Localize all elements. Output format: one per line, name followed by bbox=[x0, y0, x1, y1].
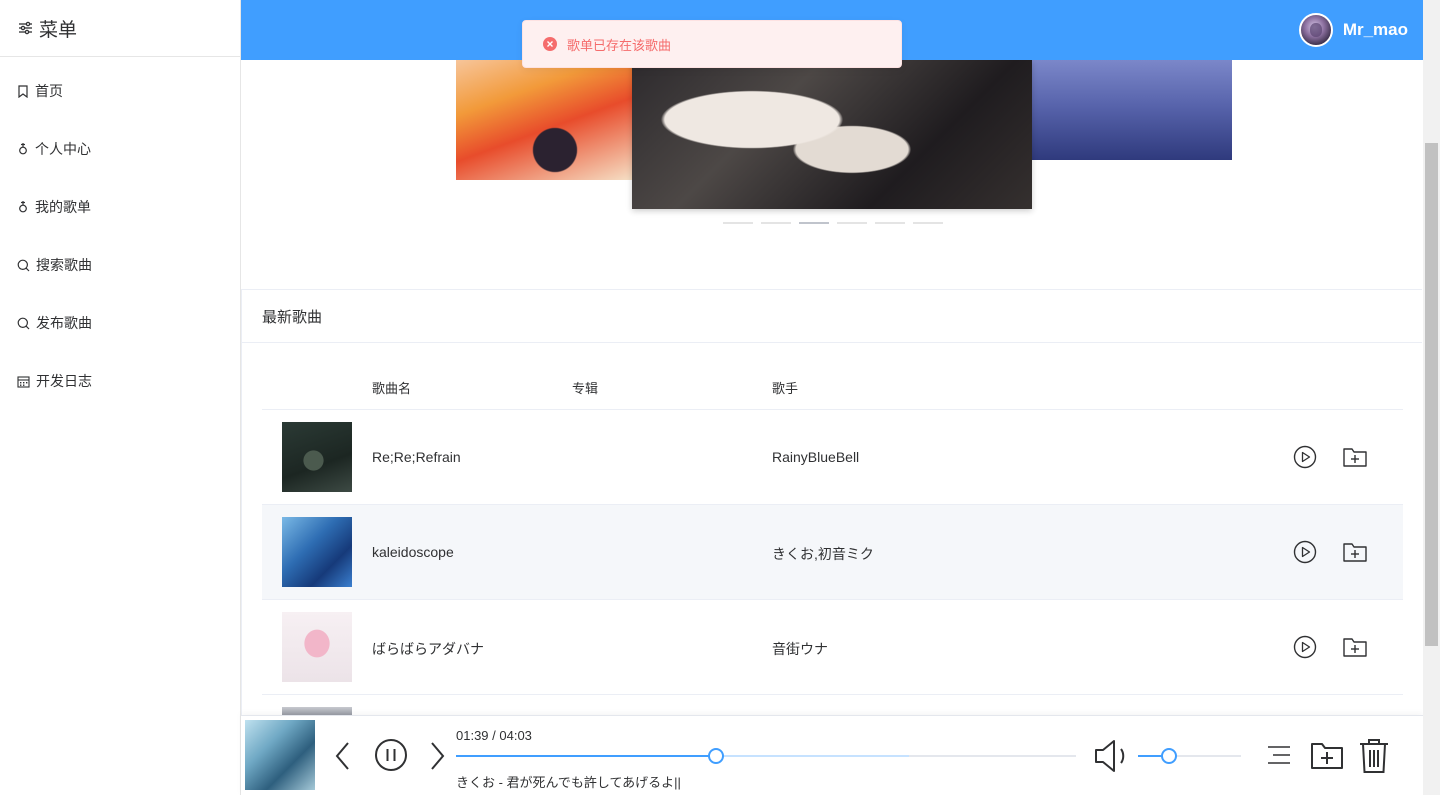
progress-fill bbox=[456, 755, 717, 757]
table-row[interactable]: ばらばらアダバナ 音街ウナ bbox=[262, 600, 1403, 695]
column-header-artist: 歌手 bbox=[772, 381, 799, 396]
female-icon bbox=[19, 201, 27, 213]
sidebar-header: 菜单 bbox=[0, 0, 240, 57]
banner-carousel[interactable] bbox=[241, 60, 1423, 235]
trash-icon[interactable] bbox=[1358, 738, 1390, 774]
search-icon bbox=[17, 259, 30, 271]
sidebar-item-profile[interactable]: 个人中心 bbox=[0, 120, 240, 178]
song-artist: RainyBlueBell bbox=[772, 449, 860, 465]
carousel-indicator[interactable] bbox=[875, 222, 905, 224]
card-title: 最新歌曲 bbox=[242, 290, 1422, 343]
page-scrollbar[interactable] bbox=[1423, 0, 1440, 795]
add-to-playlist-icon[interactable] bbox=[1342, 634, 1368, 660]
sidebar-item-label: 开发日志 bbox=[36, 373, 92, 389]
play-circle-icon[interactable] bbox=[1292, 539, 1318, 565]
song-cover bbox=[282, 422, 352, 492]
user-menu[interactable]: Mr_mao bbox=[1298, 13, 1408, 47]
sidebar-item-home[interactable]: 首页 bbox=[0, 62, 240, 120]
sidebar-item-devlog[interactable]: 开发日志 bbox=[0, 352, 240, 410]
add-to-playlist-icon[interactable] bbox=[1342, 444, 1368, 470]
table-row[interactable]: Re;Re;Refrain RainyBlueBell bbox=[262, 410, 1403, 505]
column-header-name: 歌曲名 bbox=[372, 381, 412, 396]
table-header: 歌曲名 专辑 歌手 bbox=[262, 356, 1403, 410]
sidebar-item-publish[interactable]: 发布歌曲 bbox=[0, 294, 240, 352]
song-artist: 音街ウナ bbox=[772, 641, 828, 657]
song-cover bbox=[282, 517, 352, 587]
sidebar-item-label: 我的歌单 bbox=[35, 199, 91, 215]
error-toast: 歌单已存在该歌曲 bbox=[522, 20, 902, 68]
song-name: Re;Re;Refrain bbox=[372, 449, 461, 465]
next-button[interactable] bbox=[425, 740, 449, 772]
carousel-indicator[interactable] bbox=[723, 222, 753, 224]
song-cover bbox=[282, 612, 352, 682]
table-row[interactable]: kaleidoscope きくお,初音ミク bbox=[262, 505, 1403, 600]
play-circle-icon[interactable] bbox=[1292, 444, 1318, 470]
previous-button[interactable] bbox=[331, 740, 355, 772]
sidebar-item-label: 个人中心 bbox=[35, 141, 91, 157]
play-circle-icon[interactable] bbox=[1292, 634, 1318, 660]
bookmark-icon bbox=[18, 84, 28, 98]
carousel-indicator[interactable] bbox=[837, 222, 867, 224]
volume-icon[interactable] bbox=[1093, 738, 1131, 774]
sidebar: 菜单 首页 个人中心 我的歌单 搜索歌曲 发布歌曲 开发日志 bbox=[0, 0, 241, 795]
sliders-icon bbox=[19, 21, 32, 35]
carousel-slide-active[interactable] bbox=[632, 60, 1032, 209]
music-player: 01:39 / 04:03 きくお - 君が死んでも許してあげるよ|| bbox=[241, 715, 1423, 795]
add-to-playlist-icon[interactable] bbox=[1342, 539, 1368, 565]
error-circle-icon bbox=[543, 37, 557, 51]
volume-handle[interactable] bbox=[1160, 748, 1177, 764]
add-to-playlist-icon[interactable] bbox=[1310, 739, 1344, 771]
avatar[interactable] bbox=[1298, 13, 1333, 47]
search-icon bbox=[17, 317, 30, 329]
sidebar-item-label: 搜索歌曲 bbox=[36, 257, 92, 273]
carousel-indicator[interactable] bbox=[761, 222, 791, 224]
username[interactable]: Mr_mao bbox=[1343, 20, 1408, 40]
sidebar-item-label: 首页 bbox=[35, 83, 63, 99]
sidebar-item-search[interactable]: 搜索歌曲 bbox=[0, 236, 240, 294]
scrollbar-thumb[interactable] bbox=[1425, 143, 1438, 646]
pause-button[interactable] bbox=[374, 738, 408, 772]
toast-message: 歌单已存在该歌曲 bbox=[567, 37, 672, 53]
carousel-indicators bbox=[723, 222, 943, 224]
sidebar-item-my-playlist[interactable]: 我的歌单 bbox=[0, 178, 240, 236]
sidebar-title: 菜单 bbox=[39, 19, 78, 41]
song-name: ばらばらアダバナ bbox=[372, 641, 484, 657]
playback-time: 01:39 / 04:03 bbox=[456, 728, 532, 743]
female-icon bbox=[19, 143, 27, 155]
calendar-icon bbox=[17, 375, 30, 388]
progress-handle[interactable] bbox=[708, 748, 725, 764]
carousel-indicator[interactable] bbox=[913, 222, 943, 224]
latest-songs-card: 最新歌曲 歌曲名 专辑 歌手 Re;Re;Refrain RainyBlueBe… bbox=[241, 289, 1422, 719]
carousel-slide-prev[interactable] bbox=[456, 60, 636, 180]
progress-slider[interactable] bbox=[456, 748, 1076, 764]
sidebar-item-label: 发布歌曲 bbox=[36, 315, 92, 331]
carousel-indicator-active[interactable] bbox=[799, 222, 829, 224]
playlist-icon[interactable] bbox=[1266, 744, 1292, 766]
song-artist: きくお,初音ミク bbox=[772, 546, 874, 562]
column-header-album: 专辑 bbox=[572, 381, 599, 396]
now-playing-title: きくお - 君が死んでも許してあげるよ|| bbox=[456, 775, 681, 790]
song-name: kaleidoscope bbox=[372, 544, 454, 560]
volume-slider[interactable] bbox=[1138, 748, 1241, 764]
now-playing-cover bbox=[245, 720, 315, 790]
